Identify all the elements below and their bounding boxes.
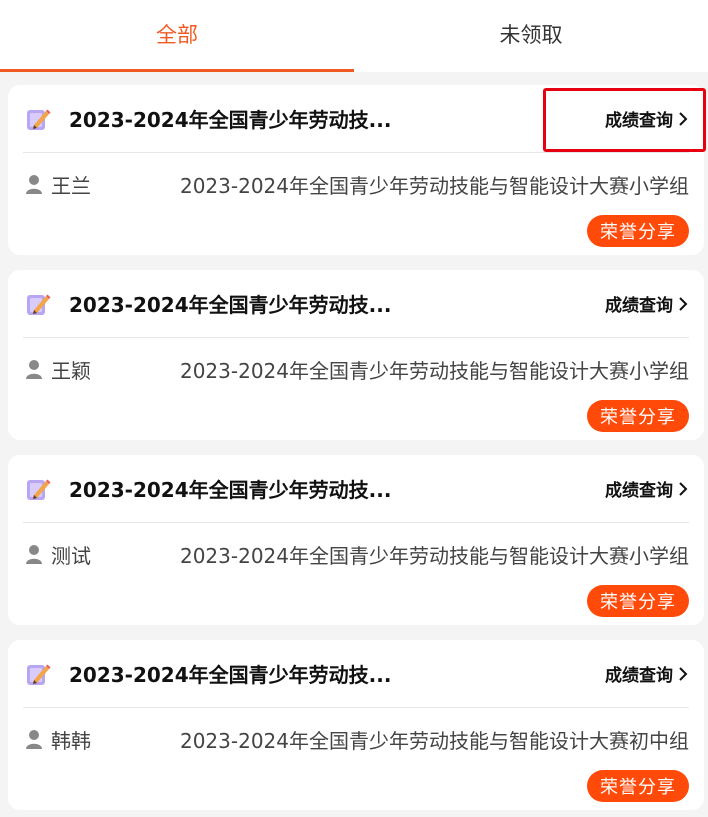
chevron-right-icon: [679, 296, 688, 311]
score-query-link[interactable]: 成绩查询: [605, 106, 689, 131]
chevron-right-icon: [679, 666, 688, 681]
card-body: 王兰 2023-2024年全国青少年劳动技能与智能设计大赛小学组: [23, 169, 689, 199]
score-query-label: 成绩查询: [605, 111, 673, 131]
event-name: 2023-2024年全国青少年劳动技能与智能设计大赛小学组: [179, 358, 689, 383]
score-query-link[interactable]: 成绩查询: [605, 476, 689, 501]
trophy-pencil-icon: [27, 109, 51, 130]
card-header: 2023-2024年全国青少年劳动技... 成绩查询: [23, 455, 689, 523]
tab-all[interactable]: 全部: [0, 0, 354, 72]
student-name: 王颖: [51, 358, 91, 383]
honor-share-button[interactable]: 荣誉分享: [587, 585, 689, 617]
certificate-card: 2023-2024年全国青少年劳动技... 成绩查询 王兰 2023-2024年…: [8, 85, 706, 255]
trophy-pencil-icon: [27, 664, 51, 685]
honor-share-button[interactable]: 荣誉分享: [587, 400, 689, 432]
score-query-label: 成绩查询: [605, 296, 673, 316]
score-query-label: 成绩查询: [605, 666, 673, 686]
student-name: 测试: [51, 543, 91, 568]
user-icon: [26, 545, 42, 564]
honor-share-button[interactable]: 荣誉分享: [587, 215, 689, 247]
trophy-pencil-icon: [27, 294, 51, 315]
certificate-card: 2023-2024年全国青少年劳动技... 成绩查询 测试 2023-2024年…: [8, 455, 704, 625]
chevron-right-icon: [679, 481, 688, 496]
card-title: 2023-2024年全国青少年劳动技...: [69, 293, 392, 317]
score-query-link[interactable]: 成绩查询: [605, 291, 689, 316]
event-name: 2023-2024年全国青少年劳动技能与智能设计大赛小学组: [179, 543, 689, 568]
card-header: 2023-2024年全国青少年劳动技... 成绩查询: [23, 270, 689, 338]
tab-bar: 全部 未领取: [0, 0, 708, 72]
score-query-label: 成绩查询: [605, 481, 673, 501]
student-name: 王兰: [51, 173, 91, 198]
certificate-list: 2023-2024年全国青少年劳动技... 成绩查询 王兰 2023-2024年…: [8, 85, 706, 817]
honor-share-button[interactable]: 荣誉分享: [587, 770, 689, 802]
card-body: 韩韩 2023-2024年全国青少年劳动技能与智能设计大赛初中组: [23, 724, 689, 754]
trophy-pencil-icon: [27, 479, 51, 500]
card-body: 王颖 2023-2024年全国青少年劳动技能与智能设计大赛小学组: [23, 354, 689, 384]
score-query-link[interactable]: 成绩查询: [605, 661, 689, 686]
card-body: 测试 2023-2024年全国青少年劳动技能与智能设计大赛小学组: [23, 539, 689, 569]
card-header: 2023-2024年全国青少年劳动技... 成绩查询: [23, 640, 689, 708]
certificate-card: 2023-2024年全国青少年劳动技... 成绩查询 王颖 2023-2024年…: [8, 270, 704, 440]
chevron-right-icon: [679, 111, 688, 126]
user-icon: [26, 175, 42, 194]
card-title: 2023-2024年全国青少年劳动技...: [69, 108, 392, 132]
event-name: 2023-2024年全国青少年劳动技能与智能设计大赛小学组: [179, 173, 689, 198]
card-title: 2023-2024年全国青少年劳动技...: [69, 478, 392, 502]
user-icon: [26, 730, 42, 749]
event-name: 2023-2024年全国青少年劳动技能与智能设计大赛初中组: [179, 728, 689, 753]
card-title: 2023-2024年全国青少年劳动技...: [69, 663, 392, 687]
certificate-card: 2023-2024年全国青少年劳动技... 成绩查询 韩韩 2023-2024年…: [8, 640, 704, 810]
card-header: 2023-2024年全国青少年劳动技... 成绩查询: [23, 85, 689, 153]
user-icon: [26, 360, 42, 379]
tab-unclaimed[interactable]: 未领取: [354, 0, 708, 72]
student-name: 韩韩: [51, 728, 91, 753]
